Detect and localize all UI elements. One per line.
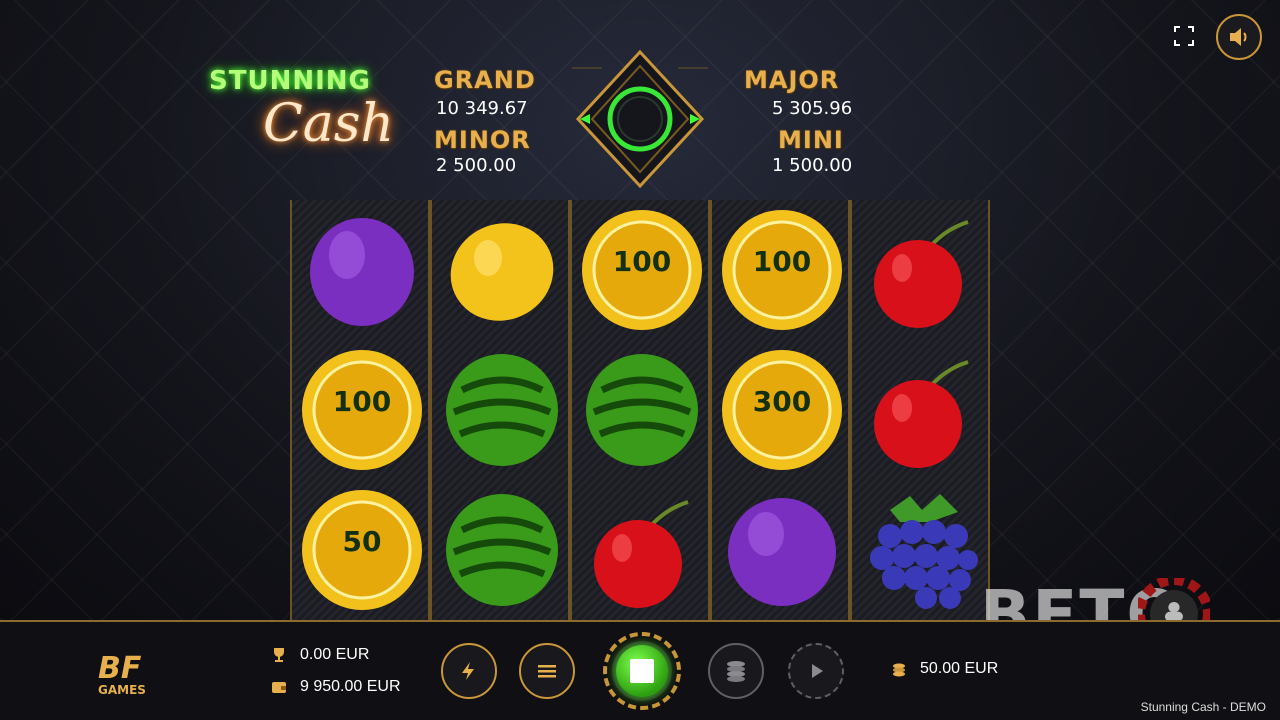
jackpot-mini-value: 1 500.00 — [772, 155, 853, 176]
logo-subtitle: Cash — [263, 94, 394, 154]
turbo-button[interactable] — [441, 643, 497, 699]
fullscreen-icon — [1174, 26, 1194, 46]
menu-button[interactable] — [519, 643, 575, 699]
game-logo: STUNNING Cash — [205, 60, 395, 170]
autoplay-icon — [812, 664, 823, 678]
jackpot-minor-value: 2 500.00 — [436, 155, 517, 176]
jackpot-emblem — [572, 49, 708, 189]
reel-1: 100 50 — [290, 200, 430, 620]
symbol-coin: 300 — [712, 340, 852, 480]
symbol-cherry — [572, 480, 712, 620]
win-value: 0.00 EUR — [300, 646, 370, 663]
symbol-coin: 100 — [572, 200, 712, 340]
svg-text:BF: BF — [98, 651, 142, 686]
symbol-plum — [712, 480, 852, 620]
bet-value: 50.00 EUR — [920, 660, 999, 677]
coin-value: 100 — [332, 385, 392, 418]
svg-text:GAMES: GAMES — [98, 683, 146, 696]
coin-value: 100 — [752, 245, 812, 278]
jackpot-mini-label: MINI — [778, 126, 844, 154]
symbol-coin: 100 — [712, 200, 852, 340]
jackpot-grand-value: 10 349.67 — [436, 98, 528, 119]
symbol-watermelon — [572, 340, 712, 480]
jackpot-major-label: MAJOR — [744, 66, 840, 94]
sound-button[interactable] — [1216, 14, 1262, 60]
logo-title: STUNNING — [209, 66, 371, 96]
bet-display: 50.00 EUR — [890, 660, 998, 678]
reel-4: 100 300 — [710, 200, 850, 620]
symbol-plum — [292, 200, 432, 340]
spin-stop-button[interactable] — [603, 632, 681, 710]
symbol-coin: 50 — [292, 480, 432, 620]
trophy-icon — [274, 648, 284, 662]
bf-games-logo: BF GAMES — [94, 650, 184, 697]
jackpot-major-value: 5 305.96 — [772, 98, 853, 119]
symbol-lemon — [432, 200, 572, 340]
lightning-icon — [462, 662, 474, 680]
reel-2 — [430, 200, 570, 620]
symbol-coin: 100 — [292, 340, 432, 480]
symbol-watermelon — [432, 340, 572, 480]
spin-button-face — [616, 645, 668, 697]
balance-display: 9 950.00 EUR — [270, 678, 401, 696]
game-title-footer: Stunning Cash - DEMO — [1140, 700, 1266, 714]
fullscreen-button[interactable] — [1172, 24, 1196, 48]
balance-value: 9 950.00 EUR — [300, 678, 401, 695]
coin-value: 50 — [342, 525, 382, 558]
symbol-grapes — [852, 480, 992, 620]
reel-3: 100 — [570, 200, 710, 620]
win-display: 0.00 EUR — [270, 646, 369, 664]
coin-stack-icon — [727, 661, 745, 682]
stop-icon — [630, 659, 654, 683]
bet-button[interactable] — [708, 643, 764, 699]
wallet-icon — [272, 682, 286, 693]
symbol-cherry — [852, 340, 992, 480]
symbol-cherry — [852, 200, 992, 340]
symbol-watermelon — [432, 480, 572, 620]
autoplay-button[interactable] — [788, 643, 844, 699]
jackpot-grand-label: GRAND — [434, 66, 536, 94]
coin-icon — [893, 663, 905, 677]
hamburger-icon — [538, 665, 556, 678]
coin-value: 100 — [612, 245, 672, 278]
reel-5 — [850, 200, 990, 620]
coin-value: 300 — [752, 385, 812, 418]
jackpot-minor-label: MINOR — [434, 126, 531, 154]
reel-area: 100 50 100 100 300 — [290, 200, 992, 620]
speaker-icon — [1230, 28, 1247, 46]
